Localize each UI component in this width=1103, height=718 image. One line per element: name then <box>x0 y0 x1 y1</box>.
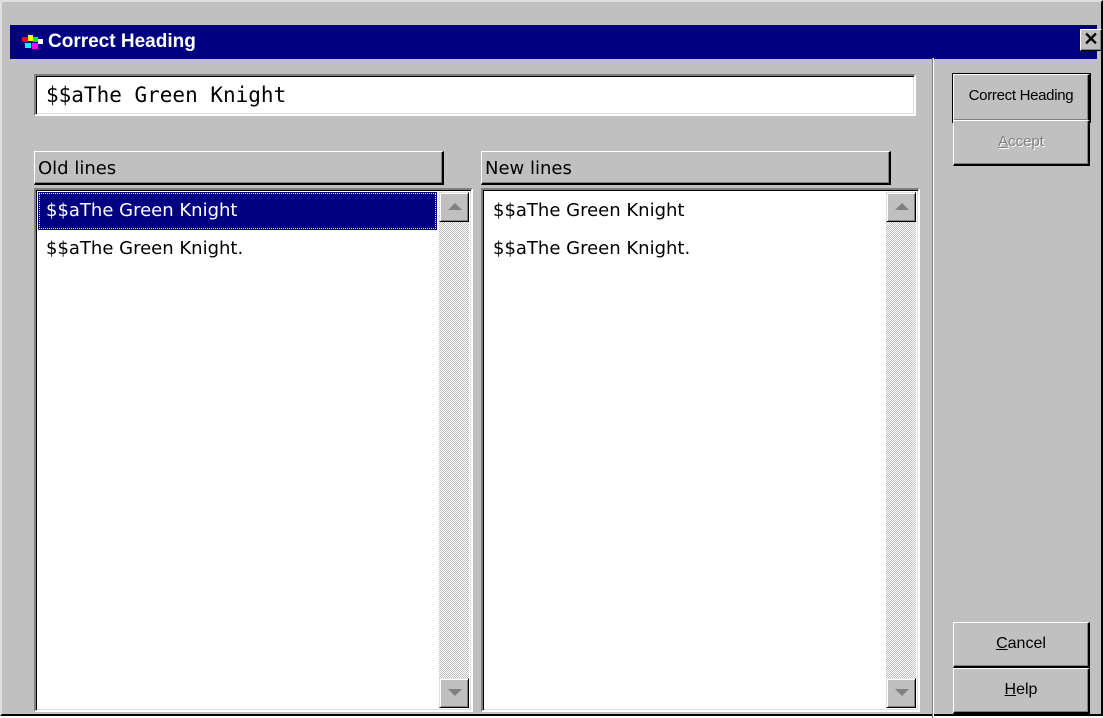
old-lines-scroll-up-button[interactable] <box>439 192 469 222</box>
dialog-window: Correct Heading ✕ $$aThe Green Knight Ol… <box>0 0 1103 718</box>
scroll-down-arrow-icon <box>448 689 462 696</box>
new-lines-items: $$aThe Green Knight $$aThe Green Knight. <box>485 192 884 268</box>
help-mnemonic: H <box>1004 681 1017 698</box>
cancel-button[interactable]: Cancel <box>953 622 1090 668</box>
old-lines-item-2[interactable]: $$aThe Green Knight. <box>38 230 437 268</box>
old-lines-header: Old lines <box>34 151 444 185</box>
scroll-up-arrow-icon <box>448 203 462 210</box>
vertical-separator <box>932 58 934 718</box>
help-label-rest: elp <box>1016 681 1038 698</box>
title-bar: Correct Heading ✕ <box>10 25 1102 59</box>
new-lines-scroll-down-button[interactable] <box>886 678 916 708</box>
old-lines-item-1[interactable]: $$aThe Green Knight <box>38 192 437 230</box>
close-icon: ✕ <box>1083 29 1099 49</box>
accept-mnemonic: A <box>998 133 1009 150</box>
help-button[interactable]: Help <box>953 668 1090 714</box>
new-lines-listbox[interactable]: $$aThe Green Knight $$aThe Green Knight. <box>481 188 920 712</box>
old-lines-scroll-down-button[interactable] <box>439 678 469 708</box>
scroll-up-arrow-icon <box>895 203 909 210</box>
old-lines-listbox[interactable]: $$aThe Green Knight $$aThe Green Knight. <box>34 188 473 712</box>
cancel-mnemonic: C <box>996 635 1008 652</box>
app-icon <box>22 35 43 49</box>
close-button[interactable]: ✕ <box>1080 29 1102 51</box>
old-lines-scrollbar[interactable] <box>439 192 469 708</box>
heading-text-field[interactable]: $$aThe Green Knight <box>34 74 916 116</box>
new-lines-header: New lines <box>481 151 891 185</box>
new-lines-item-1[interactable]: $$aThe Green Knight <box>485 192 884 230</box>
scroll-down-arrow-icon <box>895 689 909 696</box>
new-lines-item-2[interactable]: $$aThe Green Knight. <box>485 230 884 268</box>
new-lines-scroll-up-button[interactable] <box>886 192 916 222</box>
old-lines-items: $$aThe Green Knight $$aThe Green Knight. <box>38 192 437 268</box>
correct-heading-button[interactable]: Correct Heading <box>952 73 1091 123</box>
accept-button[interactable]: Accept <box>953 120 1090 166</box>
cancel-label-rest: ancel <box>1007 635 1046 652</box>
window-title: Correct Heading <box>48 31 196 52</box>
accept-label-rest: ccept <box>1008 133 1044 150</box>
new-lines-scrollbar[interactable] <box>886 192 916 708</box>
